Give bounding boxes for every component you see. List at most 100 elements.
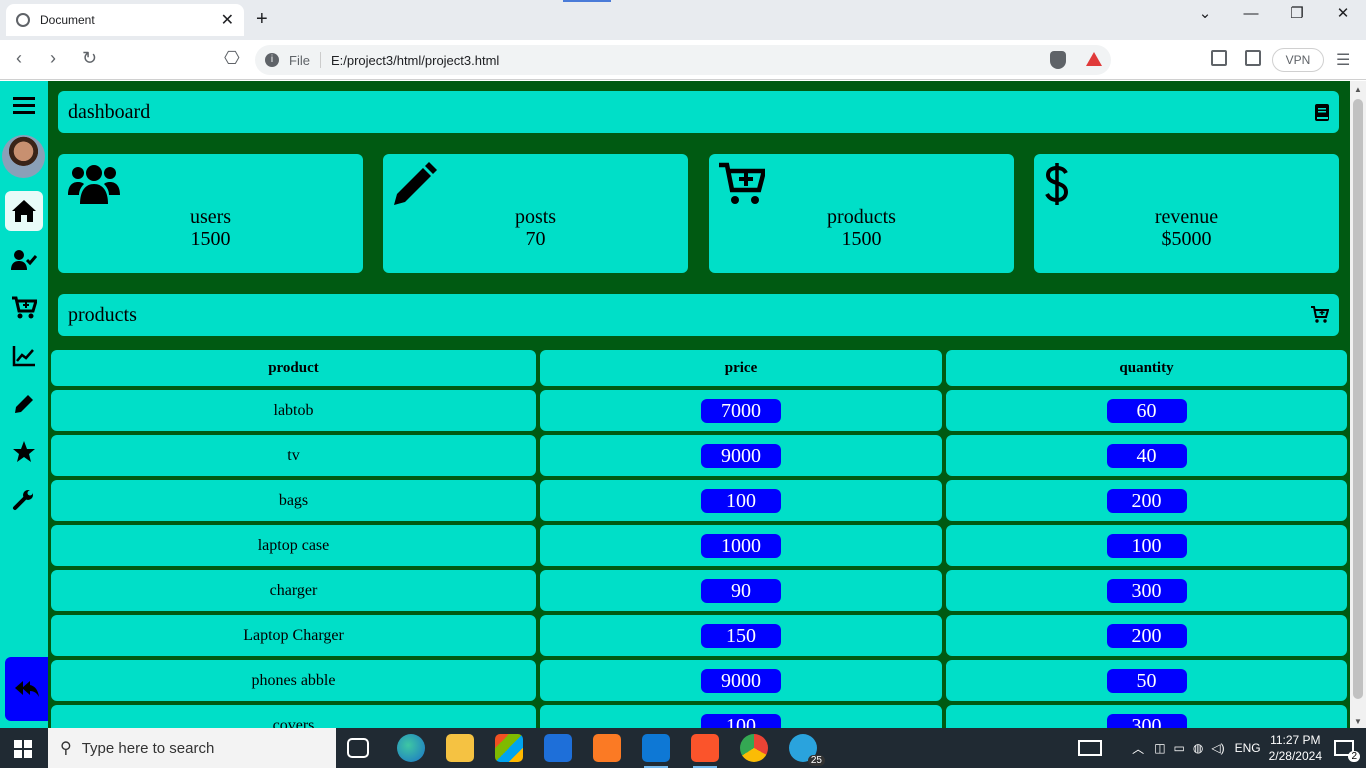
- clock-time: 11:27 PM: [1270, 733, 1321, 747]
- vpn-button[interactable]: VPN: [1272, 48, 1324, 72]
- tab-close-button[interactable]: ✕: [221, 10, 234, 30]
- column-header-quantity[interactable]: quantity: [944, 348, 1349, 388]
- url-text[interactable]: E:/project3/html/project3.html: [331, 53, 1111, 68]
- store-icon[interactable]: [495, 734, 523, 762]
- price-badge: 90: [701, 578, 781, 603]
- sidebar-item-settings[interactable]: [5, 480, 43, 520]
- column-header-price[interactable]: price: [538, 348, 944, 388]
- search-placeholder: Type here to search: [81, 739, 215, 757]
- task-view-icon[interactable]: [347, 738, 369, 758]
- section-title: products: [68, 303, 137, 326]
- page-title: dashboard: [68, 100, 151, 123]
- tab-search-button[interactable]: ⌄: [1182, 0, 1228, 40]
- sidebar-item-analytics[interactable]: [5, 336, 43, 376]
- table-row[interactable]: charger 90 300: [49, 568, 1349, 613]
- back-arrow-icon[interactable]: ‹: [16, 48, 22, 69]
- new-tab-button[interactable]: +: [256, 8, 268, 31]
- quantity-cell: 60: [944, 388, 1349, 433]
- clock[interactable]: 11:27 PM 2/28/2024: [1269, 732, 1322, 764]
- browser-menu-icon[interactable]: ☰: [1336, 50, 1350, 70]
- cart-plus-icon: [719, 162, 765, 204]
- telegram-icon[interactable]: 25: [789, 734, 825, 766]
- minimize-button[interactable]: —: [1228, 0, 1274, 40]
- table-row[interactable]: labtob 7000 60: [49, 388, 1349, 433]
- sidebar-item-posts[interactable]: [5, 384, 43, 424]
- menu-icon[interactable]: [5, 85, 43, 125]
- bookmark-icon[interactable]: ⎔: [224, 48, 240, 69]
- avatar[interactable]: [2, 135, 45, 178]
- meet-now-icon[interactable]: ◫: [1154, 741, 1165, 755]
- forward-arrow-icon[interactable]: ›: [50, 48, 56, 69]
- info-icon[interactable]: i: [265, 53, 279, 67]
- notifications-icon[interactable]: 2: [1334, 740, 1360, 762]
- stat-label: products: [827, 206, 896, 228]
- system-tray: ︿ ◫ ▭ ◍ ◁) ENG 11:27 PM 2/28/2024 2: [1078, 728, 1366, 768]
- brave-rewards-icon[interactable]: [1086, 52, 1102, 66]
- quantity-badge: 40: [1106, 443, 1187, 468]
- windows-start-icon[interactable]: [14, 740, 32, 758]
- product-name: bags: [278, 491, 309, 509]
- page-scrollbar[interactable]: ▲ ▼: [1350, 81, 1366, 728]
- quantity-cell: 40: [944, 433, 1349, 478]
- column-header-product[interactable]: product: [49, 348, 538, 388]
- table-row[interactable]: Laptop Charger 150 200: [49, 613, 1349, 658]
- volume-icon[interactable]: ◁): [1211, 741, 1224, 755]
- price-cell: 90: [538, 568, 944, 613]
- table-row[interactable]: laptop case 1000 100: [49, 523, 1349, 568]
- dashboard-page: dashboard users 1500 posts 70 products 1…: [0, 81, 1350, 728]
- quantity-cell: 50: [944, 658, 1349, 703]
- table-row[interactable]: covers 100 300: [49, 703, 1349, 728]
- maximize-button[interactable]: ❐: [1274, 0, 1320, 40]
- stat-card-products[interactable]: products 1500: [709, 154, 1014, 273]
- scrollbar-thumb[interactable]: [1353, 99, 1363, 699]
- chrome-icon[interactable]: [740, 734, 768, 762]
- url-field[interactable]: i File E:/project3/html/project3.html: [255, 45, 1111, 75]
- quantity-cell: 100: [944, 523, 1349, 568]
- sidebar-item-users[interactable]: [5, 240, 43, 280]
- mail-icon[interactable]: [544, 734, 572, 762]
- sidebar-toggle-icon[interactable]: [1211, 50, 1227, 66]
- pencil-icon: [15, 395, 33, 413]
- taskbar-search-input[interactable]: ⚲ Type here to search: [48, 728, 336, 768]
- product-name: phones abble: [251, 671, 336, 689]
- book-icon[interactable]: [1315, 103, 1329, 121]
- scroll-down-icon[interactable]: ▼: [1354, 717, 1362, 726]
- stat-card-users[interactable]: users 1500: [58, 154, 363, 273]
- product-name: charger: [269, 581, 318, 599]
- sidebar-item-cart[interactable]: [5, 288, 43, 328]
- close-window-button[interactable]: ✕: [1320, 0, 1366, 40]
- reload-icon[interactable]: ↻: [82, 48, 97, 69]
- news-widget-icon[interactable]: [1078, 740, 1103, 756]
- product-name-cell: bags: [49, 478, 538, 523]
- edge-icon[interactable]: [397, 734, 425, 762]
- stat-label: users: [189, 206, 232, 228]
- product-name-cell: charger: [49, 568, 538, 613]
- file-explorer-icon[interactable]: [446, 734, 474, 762]
- product-name: Laptop Charger: [243, 626, 344, 644]
- chevron-up-icon[interactable]: ︿: [1132, 740, 1144, 757]
- back-button[interactable]: [5, 657, 48, 721]
- sidebar-item-home[interactable]: [5, 191, 43, 231]
- url-scheme: File: [289, 52, 310, 68]
- home-icon: [12, 200, 36, 222]
- brave-shield-icon[interactable]: [1050, 51, 1066, 69]
- table-row[interactable]: phones abble 9000 50: [49, 658, 1349, 703]
- stat-card-posts[interactable]: posts 70: [383, 154, 688, 273]
- language-indicator[interactable]: ENG: [1235, 741, 1261, 755]
- table-row[interactable]: tv 9000 40: [49, 433, 1349, 478]
- vscode-icon[interactable]: [642, 734, 670, 768]
- product-name-cell: Laptop Charger: [49, 613, 538, 658]
- xampp-icon[interactable]: [593, 734, 621, 762]
- network-icon[interactable]: ◍: [1193, 741, 1203, 755]
- sidebar-item-favorites[interactable]: [5, 432, 43, 472]
- wallet-icon[interactable]: [1245, 50, 1261, 66]
- product-name: covers: [272, 716, 315, 729]
- scroll-up-icon[interactable]: ▲: [1354, 85, 1362, 94]
- brave-icon[interactable]: [691, 734, 719, 768]
- table-row[interactable]: bags 100 200: [49, 478, 1349, 523]
- browser-tab[interactable]: Document ✕: [6, 4, 244, 36]
- price-cell: 150: [538, 613, 944, 658]
- stat-card-revenue[interactable]: revenue $5000: [1034, 154, 1339, 273]
- battery-icon[interactable]: ▭: [1174, 741, 1185, 755]
- cart-icon[interactable]: [1311, 306, 1329, 324]
